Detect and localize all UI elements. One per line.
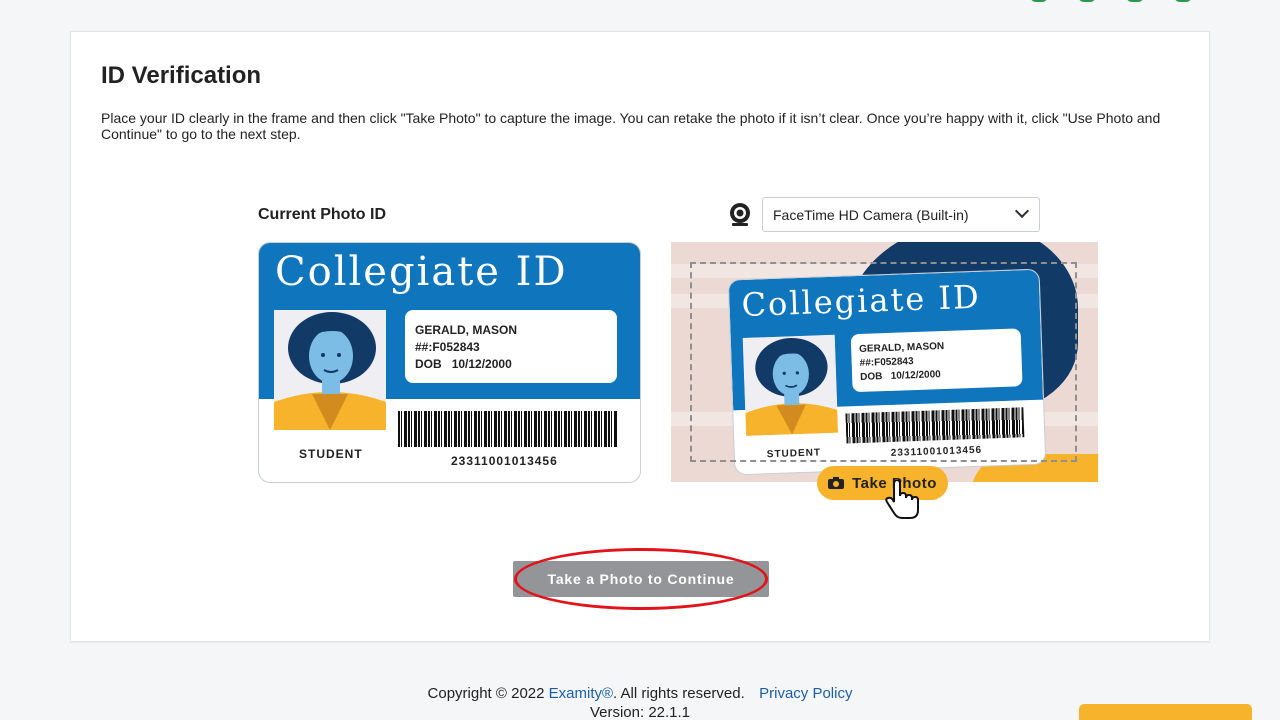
toolbar-icon[interactable] bbox=[1174, 0, 1192, 2]
camera-icon bbox=[828, 477, 845, 489]
capture-frame-guide bbox=[690, 262, 1077, 462]
toolbar-icon[interactable] bbox=[1126, 0, 1144, 2]
chevron-down-icon bbox=[1014, 203, 1030, 219]
verification-panel: ID Verification Place your ID clearly in… bbox=[70, 31, 1210, 642]
page-title: ID Verification bbox=[101, 62, 262, 89]
help-tab[interactable] bbox=[1079, 704, 1252, 720]
hand-pointer-icon bbox=[885, 480, 919, 519]
id-card-title: Collegiate ID bbox=[275, 249, 568, 295]
annotation-highlight-ring bbox=[514, 548, 768, 610]
id-card-role: STUDENT bbox=[299, 447, 363, 461]
toolbar-icon[interactable] bbox=[1030, 0, 1048, 2]
id-card-barcode bbox=[398, 411, 618, 447]
id-card-barcode-number: 23311001013456 bbox=[451, 454, 558, 468]
page-description: Place your ID clearly in the frame and t… bbox=[101, 110, 1161, 142]
id-card-info-box: GERALD, MASON ##:F052843 DOB 10/12/2000 bbox=[405, 310, 617, 383]
camera-select[interactable]: FaceTime HD Camera (Built-in) bbox=[762, 197, 1040, 232]
privacy-policy-link[interactable]: Privacy Policy bbox=[759, 685, 852, 702]
id-card-number: ##:F052843 bbox=[415, 340, 480, 354]
copyright-line: Copyright © 2022 Examity®. All rights re… bbox=[0, 684, 1280, 703]
id-card-dob: DOB 10/12/2000 bbox=[415, 357, 512, 371]
camera-select-value: FaceTime HD Camera (Built-in) bbox=[773, 207, 969, 223]
copyright-text: Copyright © 2022 bbox=[427, 685, 545, 702]
camera-preview: Collegiate ID GERALD, MASON ##:F052843 D… bbox=[671, 242, 1098, 482]
rights-text: . All rights reserved. bbox=[613, 685, 745, 702]
id-card-portrait bbox=[274, 310, 386, 430]
take-photo-button[interactable]: Take Photo bbox=[817, 466, 948, 500]
portrait-illustration bbox=[274, 310, 386, 430]
current-photo-id-label: Current Photo ID bbox=[258, 206, 386, 223]
top-toolbar-icons bbox=[1030, 0, 1192, 2]
examity-link[interactable]: Examity® bbox=[549, 685, 613, 702]
current-id-card: Collegiate ID GERALD, MASON ##:F052843 D… bbox=[258, 242, 641, 483]
webcam-icon bbox=[730, 203, 750, 226]
id-card-name: GERALD, MASON bbox=[415, 323, 517, 337]
toolbar-icon[interactable] bbox=[1078, 0, 1096, 2]
